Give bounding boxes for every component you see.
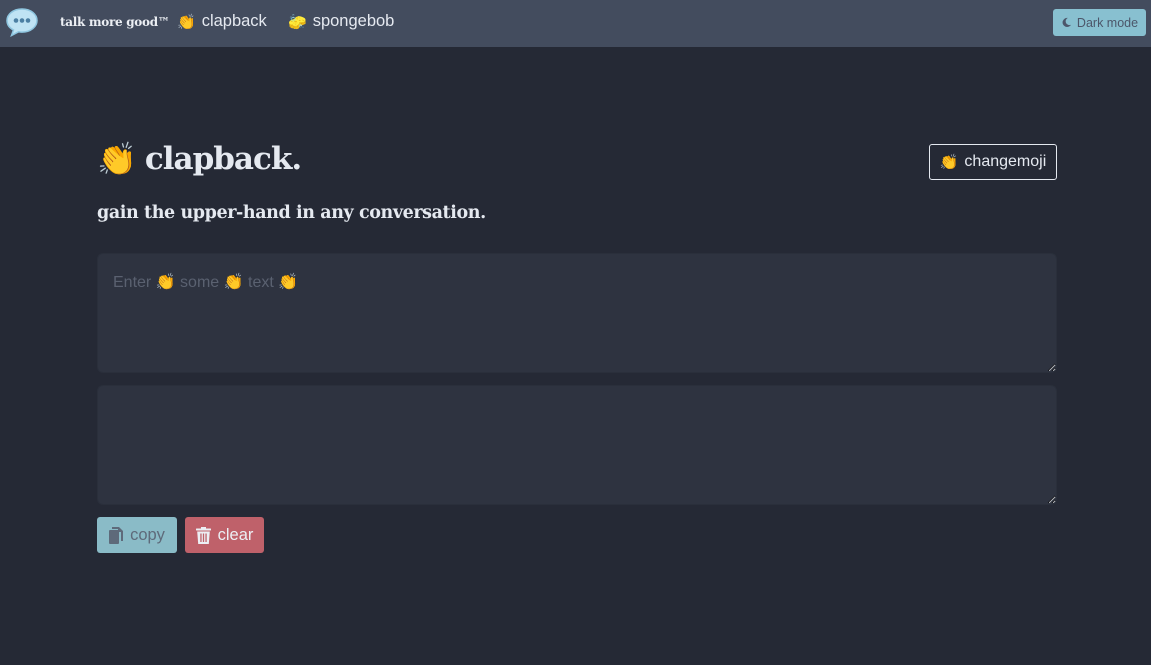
sponge-icon: 🧽 [288, 12, 307, 31]
input-textarea[interactable] [97, 253, 1057, 373]
output-textarea[interactable] [97, 385, 1057, 505]
trash-icon [195, 526, 211, 544]
copy-label: copy [130, 525, 165, 544]
page-title-text: clapback. [144, 141, 302, 177]
clear-button[interactable]: clear [185, 517, 264, 553]
title-row: 👏 clapback. 👏 changemoji [97, 140, 1057, 188]
nav-link-label: clapback [201, 12, 267, 30]
clear-label: clear [217, 525, 254, 544]
dark-mode-toggle-button[interactable]: Dark mode [1053, 9, 1146, 36]
nav-link-spongebob[interactable]: 🧽 spongebob [288, 12, 394, 31]
clapping-hands-icon: 👏 [97, 140, 137, 178]
clapping-hands-icon: 👏 [939, 153, 959, 171]
page-subtitle: gain the upper-hand in any conversation. [97, 203, 486, 223]
nav-link-label: spongebob [312, 12, 395, 30]
copy-button[interactable]: copy [97, 517, 177, 553]
changemoji-label: changemoji [964, 153, 1047, 170]
clapping-hands-icon: 👏 [177, 12, 196, 31]
speech-bubble-logo-icon[interactable] [5, 7, 39, 38]
page-title: 👏 clapback. [97, 140, 302, 178]
dark-mode-label: Dark mode [1076, 15, 1139, 30]
copy-icon [109, 526, 124, 544]
brand-link[interactable]: talk more good™ [60, 15, 170, 29]
nav-link-clapback[interactable]: 👏 clapback [177, 12, 267, 31]
moon-icon [1061, 17, 1072, 28]
changemoji-button[interactable]: 👏 changemoji [929, 144, 1057, 180]
top-navbar: talk more good™ 👏 clapback 🧽 spongebob D… [0, 0, 1151, 47]
